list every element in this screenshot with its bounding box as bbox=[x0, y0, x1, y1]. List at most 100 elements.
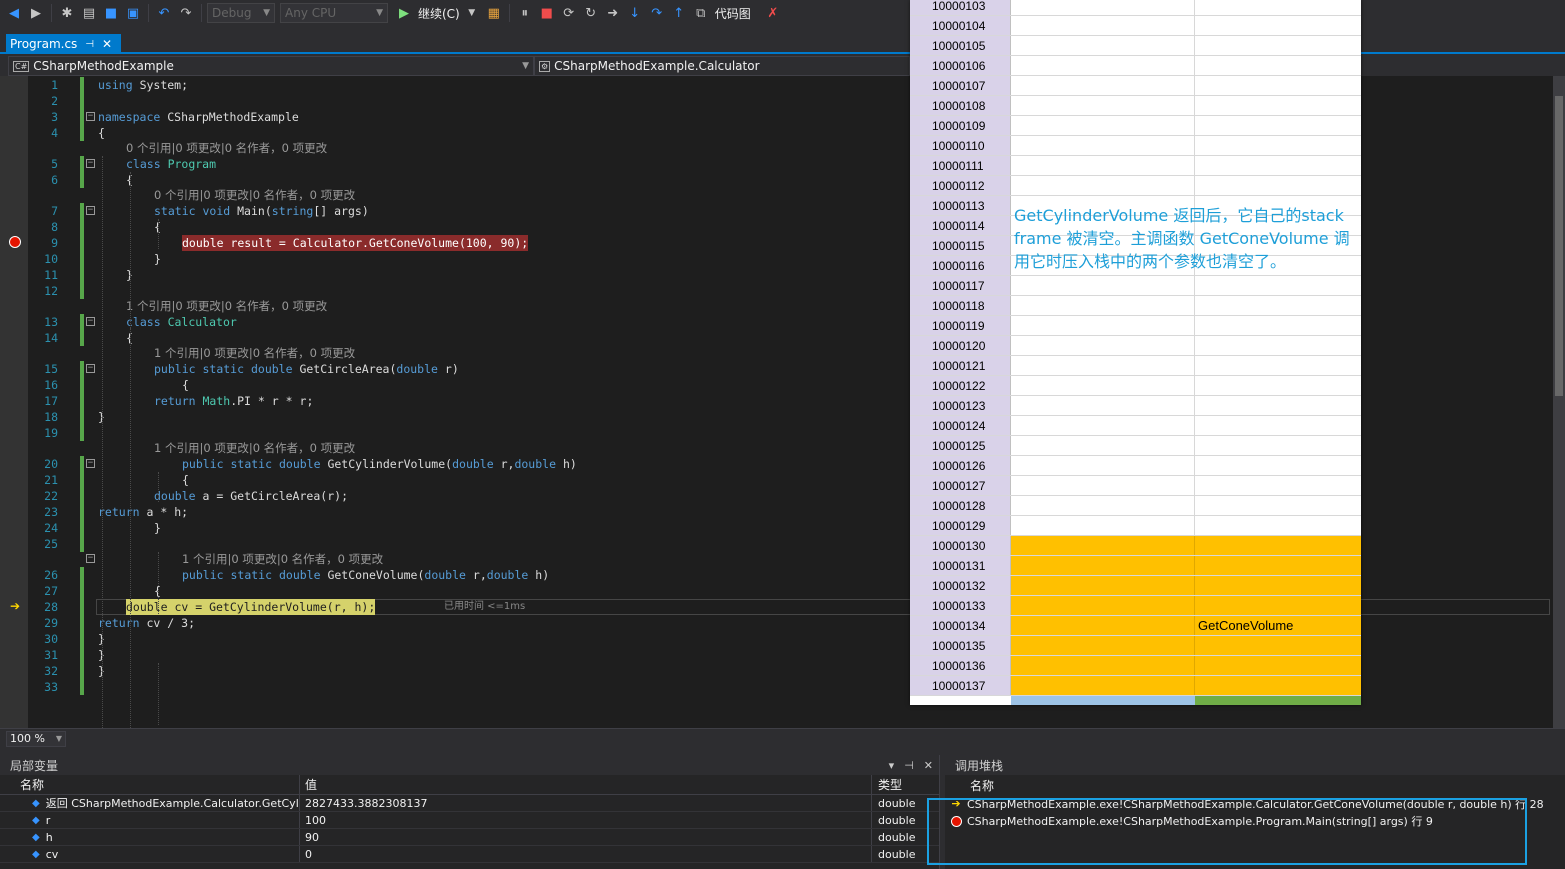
memory-cell bbox=[1195, 316, 1361, 335]
memory-row: 10000123 bbox=[910, 396, 1361, 416]
collapse-icon[interactable]: − bbox=[86, 159, 95, 168]
change-marker bbox=[80, 599, 84, 615]
hot-reload-icon[interactable]: ↻ bbox=[581, 2, 601, 24]
tab-program-cs[interactable]: Program.cs ⊣ ✕ bbox=[6, 34, 121, 54]
indent-guide bbox=[130, 172, 131, 348]
line-number: 26 bbox=[44, 568, 58, 582]
locals-row[interactable]: ◆ 返回 CSharpMethodExample.Calculator.GetCy… bbox=[0, 795, 939, 812]
close-icon[interactable]: ✕ bbox=[102, 37, 112, 51]
pause-icon[interactable]: ⏸ bbox=[515, 2, 535, 24]
project-select[interactable]: C# CSharpMethodExample ▼ bbox=[8, 56, 534, 76]
pin-icon[interactable]: ⊣ bbox=[85, 39, 94, 50]
collapse-icon[interactable]: − bbox=[86, 112, 95, 121]
editor-scrollbar[interactable] bbox=[1553, 76, 1565, 728]
variable-value-cell[interactable]: 2827433.3882308137 bbox=[300, 795, 872, 811]
line-number: 32 bbox=[44, 664, 58, 678]
memory-address: 10000125 bbox=[910, 436, 1011, 455]
variable-value-cell[interactable]: 90 bbox=[300, 829, 872, 845]
member-select[interactable]: ⚙ CSharpMethodExample.Calculator bbox=[534, 56, 910, 76]
change-marker bbox=[80, 425, 84, 441]
collapse-icon[interactable]: − bbox=[86, 206, 95, 215]
locals-row[interactable]: ◆ r 100 double bbox=[0, 812, 939, 829]
line-number: 20 bbox=[44, 457, 58, 471]
memory-cell bbox=[1011, 436, 1195, 455]
collapse-icon[interactable]: − bbox=[86, 554, 95, 563]
name-column-header[interactable]: 名称 bbox=[0, 775, 300, 794]
change-marker bbox=[80, 488, 84, 504]
memory-cell bbox=[1195, 16, 1361, 35]
variable-name-cell: ◆ 返回 CSharpMethodExample.Calculator.GetCy… bbox=[0, 795, 300, 811]
perf-tip[interactable]: 已用时间 <=1ms bbox=[444, 599, 525, 615]
scrollbar-thumb[interactable] bbox=[1555, 96, 1563, 396]
variable-value-cell[interactable]: 100 bbox=[300, 812, 872, 828]
line-number: 12 bbox=[44, 284, 58, 298]
code-text: return a * h; bbox=[98, 505, 189, 519]
memory-address: 10000132 bbox=[910, 576, 1011, 595]
memory-row: 10000125 bbox=[910, 436, 1361, 456]
memory-cell bbox=[1011, 596, 1195, 615]
codelens-text: 1 个引用|0 项更改|0 名作者，0 项更改 bbox=[126, 299, 328, 313]
memory-cell bbox=[1011, 656, 1195, 675]
solution-config-select[interactable]: Debug ▼ bbox=[207, 3, 275, 23]
collapse-icon[interactable]: − bbox=[86, 364, 95, 373]
breakpoint-icon[interactable] bbox=[9, 236, 21, 248]
memory-address: 10000117 bbox=[910, 276, 1011, 295]
memory-cell bbox=[1195, 116, 1361, 135]
memory-cell bbox=[1011, 616, 1195, 635]
continue-button[interactable]: 继续(C) bbox=[418, 5, 460, 22]
show-next-statement-icon[interactable]: ➜ bbox=[603, 2, 623, 24]
attach-icon[interactable]: ▦ bbox=[484, 2, 504, 24]
new-project-icon[interactable]: ✱ bbox=[57, 2, 77, 24]
memory-cell bbox=[1011, 56, 1195, 75]
change-marker bbox=[80, 409, 84, 425]
codemap-icon[interactable]: ⧉ bbox=[691, 2, 711, 24]
locals-row[interactable]: ◆ cv 0 double bbox=[0, 846, 939, 863]
continue-icon[interactable]: ▶ bbox=[394, 2, 414, 24]
collapse-icon[interactable]: − bbox=[86, 459, 95, 468]
code-text: { bbox=[182, 378, 189, 392]
collapse-icon[interactable]: − bbox=[86, 317, 95, 326]
platform-select[interactable]: Any CPU ▼ bbox=[280, 3, 388, 23]
memory-cell bbox=[1011, 556, 1195, 575]
memory-cell bbox=[1011, 496, 1195, 515]
step-over-icon[interactable]: ↷ bbox=[647, 2, 667, 24]
close-icon[interactable]: ✕ bbox=[924, 759, 933, 772]
step-into-icon[interactable]: ↓ bbox=[625, 2, 645, 24]
dropdown-icon[interactable]: ▾ bbox=[889, 759, 895, 772]
codemap-button[interactable]: 代码图 bbox=[715, 5, 751, 22]
forward-icon[interactable]: ▶ bbox=[26, 2, 46, 24]
line-number: 29 bbox=[44, 616, 58, 630]
step-out-icon[interactable]: ↑ bbox=[669, 2, 689, 24]
pin-icon[interactable]: ⊣ bbox=[904, 759, 914, 772]
memory-address: 10000112 bbox=[910, 176, 1011, 195]
undo-icon[interactable]: ↶ bbox=[154, 2, 174, 24]
change-marker bbox=[80, 235, 84, 251]
memory-row: 10000124 bbox=[910, 416, 1361, 436]
value-column-header[interactable]: 值 bbox=[300, 775, 872, 794]
memory-address: 10000124 bbox=[910, 416, 1011, 435]
breakpoints-icon[interactable]: ✗ bbox=[763, 2, 783, 24]
memory-row: 10000137 bbox=[910, 676, 1361, 696]
chevron-down-icon: ▼ bbox=[376, 8, 383, 18]
type-column-header[interactable]: 类型 bbox=[872, 775, 932, 794]
redo-icon[interactable]: ↷ bbox=[176, 2, 196, 24]
restart-icon[interactable]: ⟳ bbox=[559, 2, 579, 24]
stop-icon[interactable]: ■ bbox=[537, 2, 557, 24]
memory-cell bbox=[1195, 156, 1361, 175]
variable-name-cell: ◆ h bbox=[0, 829, 300, 845]
line-number: 14 bbox=[44, 331, 58, 345]
indent-guide bbox=[130, 328, 131, 728]
memory-cell bbox=[1011, 76, 1195, 95]
chevron-down-icon[interactable]: ▼ bbox=[462, 2, 482, 24]
chevron-down-icon: ▼ bbox=[522, 61, 529, 71]
callstack-header[interactable]: 名称 bbox=[945, 775, 1565, 795]
open-folder-icon[interactable]: ▤ bbox=[79, 2, 99, 24]
variable-value-cell[interactable]: 0 bbox=[300, 846, 872, 862]
zoom-select[interactable]: 100 % ▼ bbox=[6, 730, 66, 747]
back-icon[interactable]: ◀ bbox=[4, 2, 24, 24]
variable-icon: ◆ bbox=[32, 814, 40, 826]
code-text: double result = Calculator.GetConeVolume… bbox=[182, 235, 529, 251]
locals-row[interactable]: ◆ h 90 double bbox=[0, 829, 939, 846]
save-icon[interactable]: ■ bbox=[101, 2, 121, 24]
save-all-icon[interactable]: ▣ bbox=[123, 2, 143, 24]
